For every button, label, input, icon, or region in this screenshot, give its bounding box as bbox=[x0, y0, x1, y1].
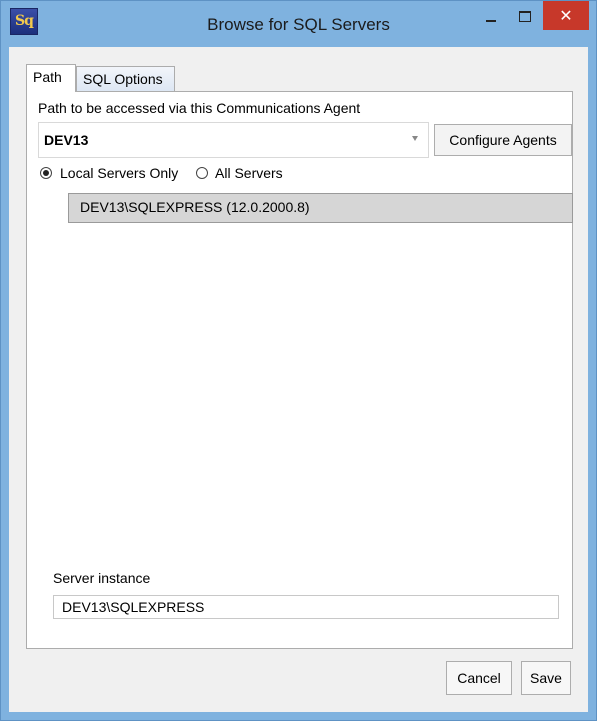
close-button[interactable]: ✕ bbox=[543, 1, 589, 30]
close-icon: ✕ bbox=[559, 6, 573, 25]
server-instance-input[interactable] bbox=[53, 595, 559, 619]
configure-agents-button[interactable]: Configure Agents bbox=[434, 124, 572, 156]
dialog-window: Sq Browse for SQL Servers ✕ Path SQL Opt… bbox=[0, 0, 597, 721]
agent-dropdown-value: DEV13 bbox=[44, 132, 89, 148]
list-item[interactable]: DEV13\SQLEXPRESS (12.0.2000.8) bbox=[80, 199, 310, 215]
all-servers-radio[interactable] bbox=[196, 167, 208, 179]
server-list[interactable]: DEV13\SQLEXPRESS (12.0.2000.8) bbox=[68, 193, 573, 223]
local-servers-radio[interactable] bbox=[40, 167, 52, 179]
maximize-icon bbox=[519, 11, 531, 22]
minimize-icon bbox=[486, 20, 496, 22]
cancel-button[interactable]: Cancel bbox=[446, 661, 512, 695]
title-bar[interactable]: Sq Browse for SQL Servers ✕ bbox=[1, 1, 596, 47]
chevron-down-icon bbox=[412, 136, 418, 141]
tab-sql-options[interactable]: SQL Options bbox=[76, 66, 175, 92]
local-servers-option[interactable]: Local Servers Only bbox=[40, 165, 200, 183]
maximize-button[interactable] bbox=[509, 1, 539, 30]
all-servers-option[interactable]: All Servers bbox=[196, 165, 306, 183]
window-title: Browse for SQL Servers bbox=[207, 15, 390, 34]
dialog-client-area: Path SQL Options Path to be accessed via… bbox=[9, 47, 588, 712]
minimize-button[interactable] bbox=[475, 1, 505, 30]
path-tab-panel: Path to be accessed via this Communicati… bbox=[26, 91, 573, 649]
save-button[interactable]: Save bbox=[521, 661, 571, 695]
tab-path[interactable]: Path bbox=[26, 64, 76, 92]
agent-dropdown[interactable]: DEV13 bbox=[38, 122, 429, 158]
local-servers-label: Local Servers Only bbox=[60, 165, 179, 181]
server-instance-label: Server instance bbox=[53, 570, 151, 586]
path-label: Path to be accessed via this Communicati… bbox=[38, 100, 361, 116]
all-servers-label: All Servers bbox=[215, 165, 283, 181]
